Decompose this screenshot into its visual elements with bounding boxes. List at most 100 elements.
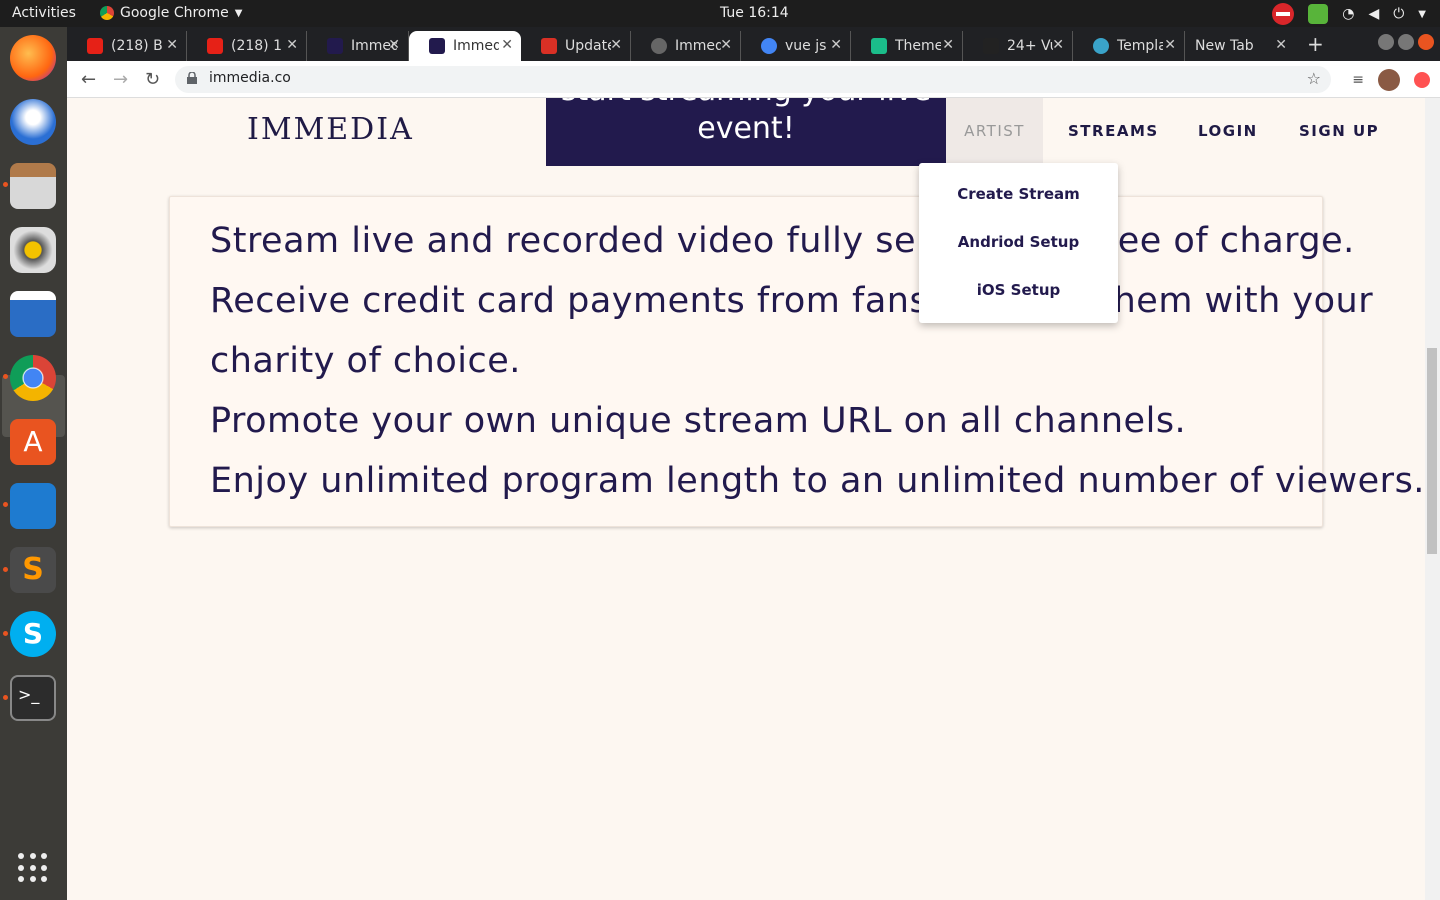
volume-icon[interactable]: ◀ <box>1368 6 1379 22</box>
wifi-icon[interactable]: ◔ <box>1342 6 1354 22</box>
close-icon[interactable]: ✕ <box>286 37 298 53</box>
template-icon <box>1093 38 1109 54</box>
browser-tab[interactable]: Templa ✕ <box>1073 31 1185 61</box>
nav-artist[interactable]: ARTIST <box>946 98 1043 164</box>
close-icon[interactable]: ✕ <box>1275 37 1287 53</box>
do-not-disturb-icon[interactable] <box>1272 3 1295 25</box>
browser-tab[interactable]: (218) 1 ✕ <box>187 31 307 61</box>
close-icon[interactable]: ✕ <box>1164 37 1176 53</box>
google-icon <box>761 38 777 54</box>
thunderbird-icon[interactable] <box>10 99 56 145</box>
scrollbar-thumb[interactable] <box>1427 348 1437 554</box>
software-center-icon[interactable]: A <box>10 419 56 465</box>
running-indicator <box>3 502 8 507</box>
running-indicator <box>3 695 8 700</box>
tab-label: Immedi <box>675 38 721 54</box>
browser-tab[interactable]: vue js t✕ <box>741 31 851 61</box>
running-indicator <box>3 374 8 379</box>
running-indicator <box>3 182 8 187</box>
page-scrollbar[interactable] <box>1425 98 1440 900</box>
nav-streams[interactable]: STREAMS <box>1068 122 1159 140</box>
tab-label: Update <box>565 38 611 54</box>
tab-label: New Tab <box>1195 38 1254 54</box>
close-window-icon[interactable] <box>1418 34 1434 50</box>
browser-tab-active[interactable]: Immedi✕ <box>409 31 521 61</box>
skype-icon[interactable]: S <box>10 611 56 657</box>
sublime-text-icon[interactable]: S <box>10 547 56 593</box>
window-controls <box>1378 34 1434 50</box>
browser-tab[interactable]: (218) B ✕ <box>67 31 187 61</box>
github-icon <box>651 38 667 54</box>
close-icon[interactable]: ✕ <box>720 37 732 53</box>
tab-label: 24+ Vu <box>1007 38 1053 54</box>
close-icon[interactable]: ✕ <box>942 37 954 53</box>
tab-label: (218) 1 <box>231 38 283 54</box>
browser-tab[interactable]: 24+ Vu✕ <box>963 31 1073 61</box>
features-card: Stream live and recorded video fully sel… <box>169 196 1424 527</box>
nav-signup[interactable]: SIGN UP <box>1299 122 1379 140</box>
close-icon[interactable]: ✕ <box>610 37 622 53</box>
reload-icon[interactable]: ↻ <box>145 69 160 90</box>
browser-tab[interactable]: Immedi✕ <box>631 31 741 61</box>
tab-label: (218) B <box>111 38 163 54</box>
site-logo[interactable]: IMMEDIA <box>247 112 414 147</box>
tab-strip: (218) B✕ (218) 1✕ Immedi✕ Immedi✕ Update… <box>67 27 1440 61</box>
url-input[interactable]: immedia.co ☆ <box>175 66 1331 93</box>
profile-avatar[interactable] <box>1378 69 1400 91</box>
close-icon[interactable]: ✕ <box>388 37 400 53</box>
activities-button[interactable]: Activities <box>12 5 76 21</box>
tab-label: Templa <box>1117 38 1163 54</box>
chrome-icon <box>100 6 114 20</box>
extension-icon[interactable] <box>1414 72 1430 88</box>
browser-tab[interactable]: Immedi✕ <box>307 31 409 61</box>
youtube-icon <box>87 38 103 54</box>
media-control-icon[interactable]: ≡ <box>1352 72 1364 88</box>
youtube-icon <box>207 38 223 54</box>
minimize-icon[interactable] <box>1378 34 1394 50</box>
bookmark-star-icon[interactable]: ☆ <box>1307 69 1321 88</box>
gmail-icon <box>541 38 557 54</box>
menu-item-android-setup[interactable]: Andriod Setup <box>919 233 1118 251</box>
files-icon[interactable] <box>10 163 56 209</box>
browser-tab[interactable]: Update ✕ <box>521 31 631 61</box>
close-icon[interactable]: ✕ <box>166 37 178 53</box>
back-icon[interactable]: ← <box>81 69 96 90</box>
firefox-icon[interactable] <box>10 35 56 81</box>
menu-item-create-stream[interactable]: Create Stream <box>919 185 1118 203</box>
feature-line: Enjoy unlimited program length to an unl… <box>210 461 1425 501</box>
system-top-bar: Activities Google Chrome ▼ Tue 16:14 ◔ ◀… <box>0 0 1440 27</box>
menu-item-ios-setup[interactable]: iOS Setup <box>919 281 1118 299</box>
browser-tab[interactable]: New Tab ✕ <box>1185 31 1295 61</box>
banner-line-1: start streaming your live <box>546 98 946 110</box>
new-tab-button[interactable]: + <box>1307 32 1324 56</box>
close-icon[interactable]: ✕ <box>501 37 513 53</box>
rhythmbox-icon[interactable] <box>10 227 56 273</box>
immedia-icon <box>429 38 445 54</box>
vscode-icon[interactable] <box>10 483 56 529</box>
system-tray[interactable]: ◔ ◀ ⏻ ▼ <box>1272 3 1426 25</box>
maximize-icon[interactable] <box>1398 34 1414 50</box>
tab-label: Theme <box>895 38 941 54</box>
app-menu[interactable]: Google Chrome ▼ <box>100 5 242 21</box>
page-viewport: IMMEDIA start streaming your live event!… <box>67 98 1425 900</box>
vuetify-icon <box>871 38 887 54</box>
forward-icon[interactable]: → <box>113 69 128 90</box>
system-clock[interactable]: Tue 16:14 <box>720 5 789 21</box>
running-indicator <box>3 567 8 572</box>
close-icon[interactable]: ✕ <box>830 37 842 53</box>
banner-line-2: event! <box>697 111 795 146</box>
libreoffice-writer-icon[interactable] <box>10 291 56 337</box>
chevron-down-icon[interactable]: ▼ <box>1418 9 1426 20</box>
power-icon[interactable]: ⏻ <box>1393 6 1404 22</box>
show-applications-icon[interactable] <box>18 853 48 883</box>
close-icon[interactable]: ✕ <box>1052 37 1064 53</box>
immedia-icon <box>327 38 343 54</box>
nav-login[interactable]: LOGIN <box>1198 122 1258 140</box>
chrome-icon[interactable] <box>10 355 56 401</box>
feature-line: Promote your own unique stream URL on al… <box>210 401 1187 441</box>
update-check-icon[interactable] <box>1308 4 1329 24</box>
running-indicator <box>3 631 8 636</box>
browser-tab[interactable]: Theme ✕ <box>851 31 963 61</box>
terminal-icon[interactable]: >_ <box>10 675 56 721</box>
tab-label: vue js t <box>785 38 831 54</box>
